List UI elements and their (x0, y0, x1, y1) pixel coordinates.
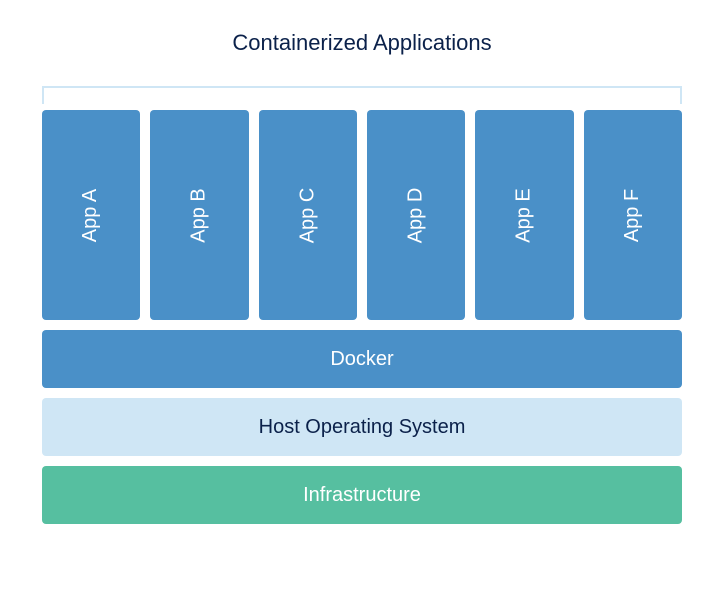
layer-host-os: Host Operating System (42, 398, 682, 456)
container-diagram: Containerized Applications App A App B A… (40, 30, 684, 524)
app-label: App D (405, 187, 428, 243)
app-label: App F (621, 188, 644, 241)
app-box-c: App C (259, 110, 357, 320)
app-box-d: App D (367, 110, 465, 320)
diagram-title: Containerized Applications (232, 30, 491, 56)
app-box-a: App A (42, 110, 140, 320)
layer-infrastructure: Infrastructure (42, 466, 682, 524)
layer-infra-label: Infrastructure (303, 484, 421, 507)
app-label: App E (513, 188, 536, 242)
app-box-f: App F (584, 110, 682, 320)
layer-host-label: Host Operating System (259, 416, 466, 439)
app-label: App A (80, 188, 103, 241)
diagram-stack: App A App B App C App D App E App F Dock… (42, 86, 682, 524)
layer-docker: Docker (42, 330, 682, 388)
apps-row: App A App B App C App D App E App F (42, 110, 682, 320)
app-label: App B (188, 188, 211, 242)
layer-docker-label: Docker (330, 348, 393, 371)
app-label: App C (296, 187, 319, 243)
apps-bracket (42, 86, 682, 104)
app-box-b: App B (150, 110, 248, 320)
app-box-e: App E (475, 110, 573, 320)
